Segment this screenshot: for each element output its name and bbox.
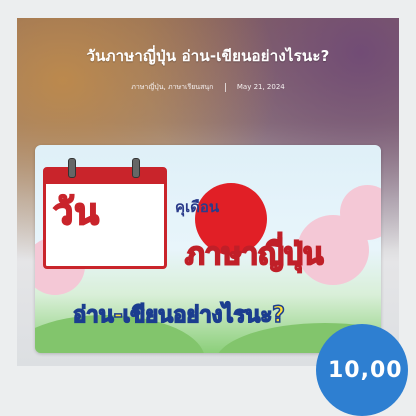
blog-post-card[interactable]: วันภาษาญี่ปุ่น อ่าน-เขียนอย่างไรนะ? ภาษา…	[17, 18, 399, 366]
post-title[interactable]: วันภาษาญี่ปุ่น อ่าน-เขียนอย่างไรนะ?	[17, 44, 399, 68]
post-featured-image[interactable]: วัน คุเดือน ภาษาญี่ปุ่น อ่าน-เขียนอย่างไ…	[35, 145, 381, 353]
meta-divider	[224, 82, 226, 92]
artwork-how-to: อ่าน-เขียนอย่างไรนะ?	[72, 302, 285, 329]
count-badge: 10,00	[316, 324, 408, 416]
post-categories[interactable]: ภาษาญี่ปุ่น, ภาษาเรียนสนุก	[131, 83, 213, 91]
post-date: May 21, 2024	[236, 83, 285, 91]
artwork-japanese-word: ภาษาญี่ปุ่น	[184, 236, 324, 273]
post-meta: ภาษาญี่ปุ่น, ภาษาเรียนสนุก May 21, 2024	[17, 82, 399, 93]
artwork-day-of: คุเดือน	[175, 198, 220, 216]
artwork-day-word: วัน	[52, 191, 100, 234]
badge-text: 10,00	[328, 358, 403, 383]
